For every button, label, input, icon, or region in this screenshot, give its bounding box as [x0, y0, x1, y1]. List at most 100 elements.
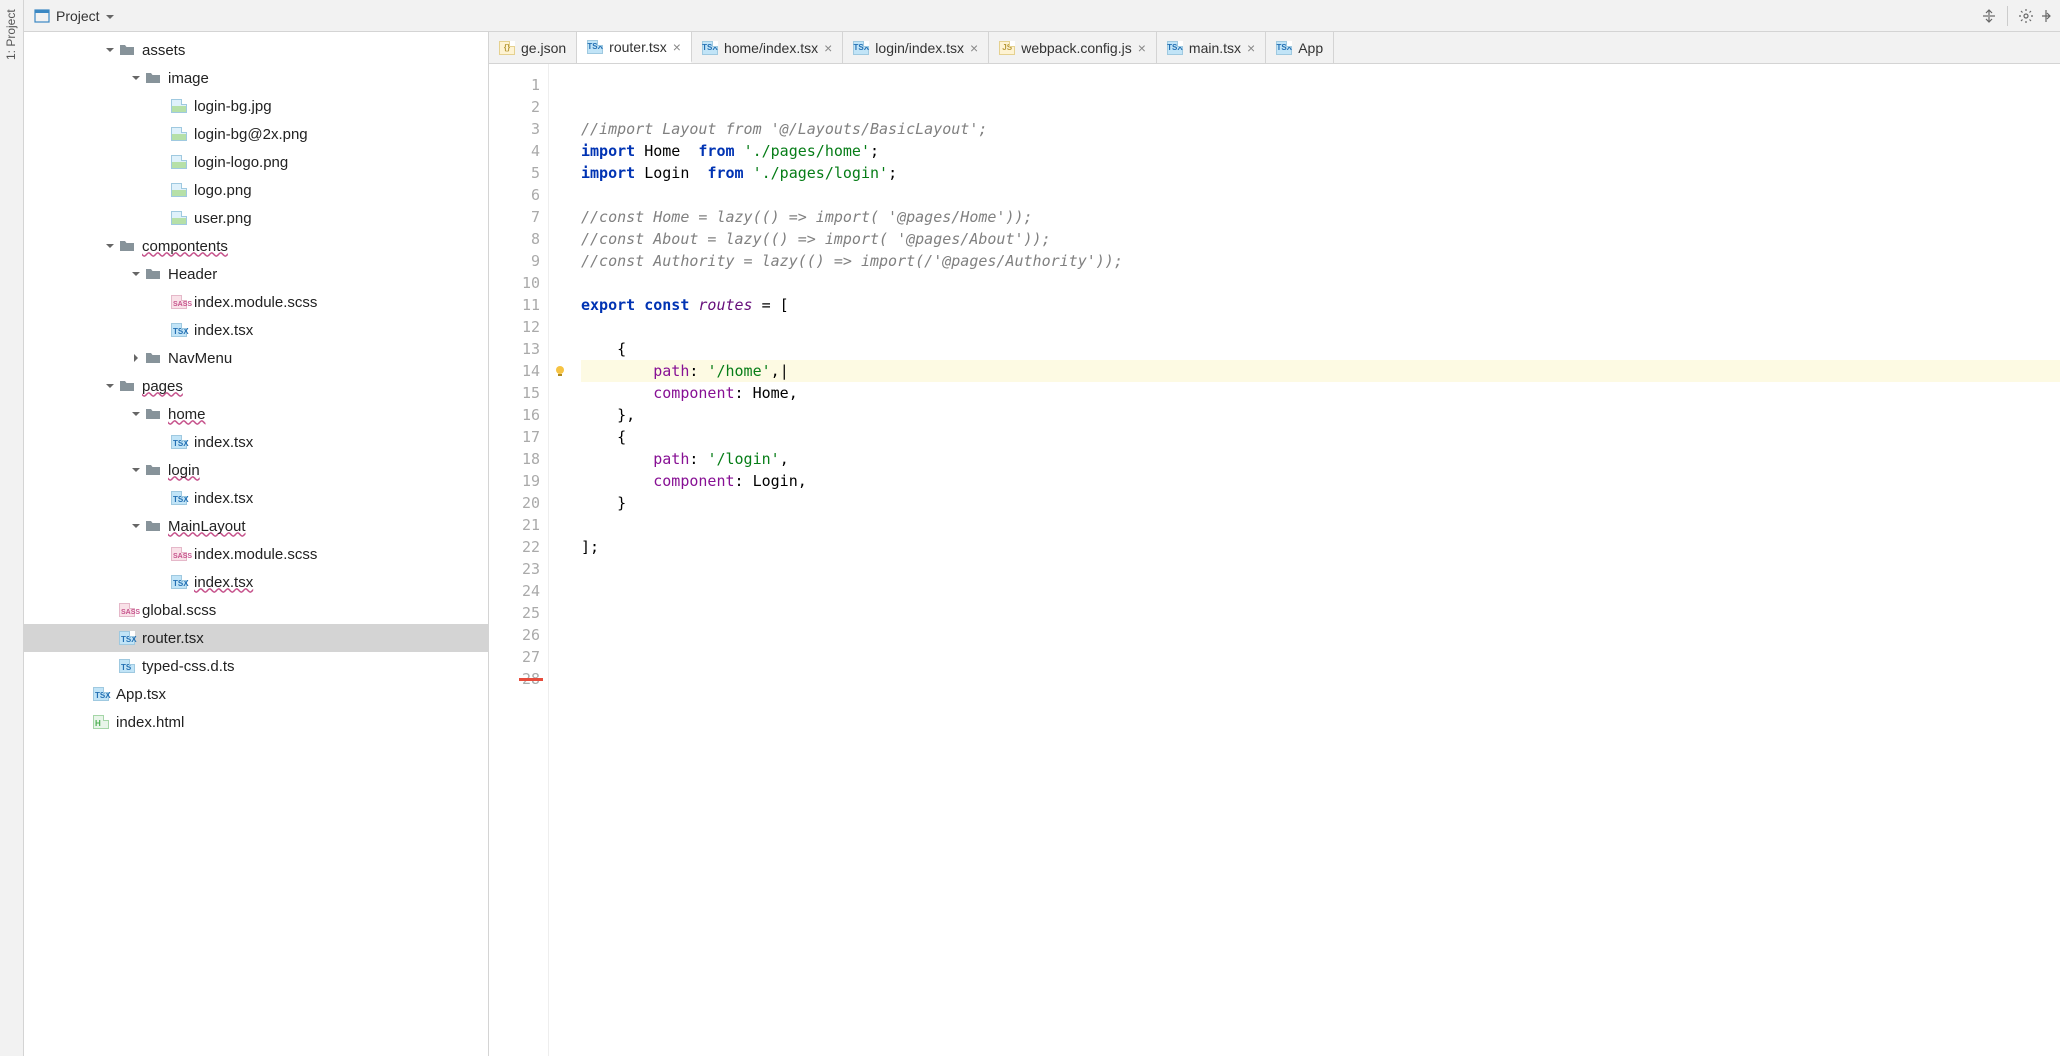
tree-toggle-icon[interactable]	[130, 520, 142, 532]
tree-folder[interactable]: assets	[24, 36, 488, 64]
code-line[interactable]	[581, 96, 2060, 118]
tool-window-bar[interactable]: 1: Project	[0, 0, 24, 1056]
code-line[interactable]: component: Home,	[581, 382, 2060, 404]
line-number: 11	[489, 294, 540, 316]
project-tree-panel[interactable]: assetsimagelogin-bg.jpglogin-bg@2x.pnglo…	[24, 32, 489, 1056]
code-line[interactable]	[581, 184, 2060, 206]
code-line[interactable]	[581, 514, 2060, 536]
tree-toggle-icon	[78, 716, 90, 728]
tsx-file-icon: TSX	[702, 41, 718, 55]
code-line[interactable]: path: '/login',	[581, 448, 2060, 470]
tree-file[interactable]: Hindex.html	[24, 708, 488, 736]
code-editor[interactable]: 1234567891011121314151617181920212223242…	[489, 64, 2060, 1056]
code-line[interactable]	[581, 646, 2060, 668]
code-line[interactable]: {	[581, 338, 2060, 360]
tree-toggle-icon[interactable]	[130, 352, 142, 364]
editor-tab[interactable]: JSwebpack.config.js×	[989, 32, 1157, 63]
tree-folder[interactable]: NavMenu	[24, 344, 488, 372]
tree-file[interactable]: SASSindex.module.scss	[24, 288, 488, 316]
code-line[interactable]: import Home from './pages/home';	[581, 140, 2060, 162]
code-line[interactable]	[581, 602, 2060, 624]
code-line[interactable]: component: Login,	[581, 470, 2060, 492]
tree-folder[interactable]: Header	[24, 260, 488, 288]
code-line[interactable]: path: '/home',|	[581, 360, 2060, 382]
editor-tab[interactable]: TSXmain.tsx×	[1157, 32, 1266, 63]
close-icon[interactable]: ×	[970, 40, 978, 56]
code-line[interactable]	[581, 558, 2060, 580]
tree-toggle-icon	[104, 660, 116, 672]
tree-file[interactable]: user.png	[24, 204, 488, 232]
code-line[interactable]	[581, 624, 2060, 646]
tree-file[interactable]: login-bg.jpg	[24, 92, 488, 120]
tree-item-label: Header	[168, 266, 217, 283]
code-line[interactable]	[581, 668, 2060, 690]
code-text-area[interactable]: //import Layout from '@/Layouts/BasicLay…	[573, 64, 2060, 1056]
close-icon[interactable]: ×	[1247, 40, 1255, 56]
tree-file[interactable]: TSXindex.tsx	[24, 568, 488, 596]
tree-item-label: login-bg.jpg	[194, 98, 272, 115]
tree-toggle-icon	[156, 548, 168, 560]
tree-toggle-icon[interactable]	[130, 408, 142, 420]
code-line[interactable]	[581, 74, 2060, 96]
tree-folder[interactable]: home	[24, 400, 488, 428]
close-icon[interactable]: ×	[673, 39, 681, 55]
code-line[interactable]: {	[581, 426, 2060, 448]
tree-folder[interactable]: image	[24, 64, 488, 92]
tree-toggle-icon[interactable]	[130, 72, 142, 84]
editor-tab[interactable]: {}ge.json	[489, 32, 577, 63]
gutter-marker-slot	[549, 74, 573, 96]
tree-file[interactable]: TSXrouter.tsx	[24, 624, 488, 652]
code-line[interactable]: //import Layout from '@/Layouts/BasicLay…	[581, 118, 2060, 140]
code-line[interactable]: import Login from './pages/login';	[581, 162, 2060, 184]
intention-bulb-icon[interactable]	[553, 364, 567, 378]
tree-toggle-icon[interactable]	[130, 464, 142, 476]
code-line[interactable]: //const About = lazy(() => import( '@pag…	[581, 228, 2060, 250]
tree-toggle-icon[interactable]	[104, 240, 116, 252]
tab-label: home/index.tsx	[724, 40, 818, 56]
editor-tab[interactable]: TSXlogin/index.tsx×	[843, 32, 989, 63]
tab-label: App	[1298, 40, 1323, 56]
tree-toggle-icon[interactable]	[104, 44, 116, 56]
tree-file[interactable]: TSXApp.tsx	[24, 680, 488, 708]
line-number: 21	[489, 514, 540, 536]
editor-tab[interactable]: TSX home/index.tsx ×	[692, 32, 843, 63]
tree-folder[interactable]: pages	[24, 372, 488, 400]
project-tool-window-label[interactable]: 1: Project	[4, 9, 18, 60]
html-icon: H	[92, 713, 110, 731]
tree-toggle-icon[interactable]	[130, 268, 142, 280]
tree-file[interactable]: SASSindex.module.scss	[24, 540, 488, 568]
tree-item-label: image	[168, 70, 209, 87]
tree-file[interactable]: SASSglobal.scss	[24, 596, 488, 624]
project-view-dropdown[interactable]: Project	[28, 6, 120, 26]
tree-file[interactable]: login-logo.png	[24, 148, 488, 176]
editor-tab[interactable]: TSXApp	[1266, 32, 1334, 63]
hide-icon[interactable]	[2040, 8, 2056, 24]
tree-folder[interactable]: compontents	[24, 232, 488, 260]
ts-icon: TS	[118, 657, 136, 675]
tree-file[interactable]: TStyped-css.d.ts	[24, 652, 488, 680]
tree-toggle-icon[interactable]	[104, 380, 116, 392]
code-line[interactable]	[581, 316, 2060, 338]
code-line[interactable]	[581, 580, 2060, 602]
tree-folder[interactable]: login	[24, 456, 488, 484]
code-line[interactable]: //const Authority = lazy(() => import(/'…	[581, 250, 2060, 272]
code-line[interactable]: ];	[581, 536, 2060, 558]
gear-icon[interactable]	[2018, 8, 2034, 24]
editor-tab[interactable]: TSXrouter.tsx×	[577, 32, 692, 63]
code-line[interactable]	[581, 272, 2060, 294]
tree-file[interactable]: TSXindex.tsx	[24, 484, 488, 512]
code-line[interactable]: }	[581, 492, 2060, 514]
code-line[interactable]: //const Home = lazy(() => import( '@page…	[581, 206, 2060, 228]
tree-folder[interactable]: MainLayout	[24, 512, 488, 540]
code-line[interactable]: },	[581, 404, 2060, 426]
scroll-from-source-icon[interactable]	[1981, 8, 1997, 24]
close-icon[interactable]: ×	[1138, 40, 1146, 56]
tree-file[interactable]: logo.png	[24, 176, 488, 204]
tree-file[interactable]: TSXindex.tsx	[24, 428, 488, 456]
tree-file[interactable]: TSXindex.tsx	[24, 316, 488, 344]
tree-toggle-icon	[156, 100, 168, 112]
tree-item-label: index.html	[116, 714, 184, 731]
tree-file[interactable]: login-bg@2x.png	[24, 120, 488, 148]
close-icon[interactable]: ×	[824, 40, 832, 56]
code-line[interactable]: export const routes = [	[581, 294, 2060, 316]
